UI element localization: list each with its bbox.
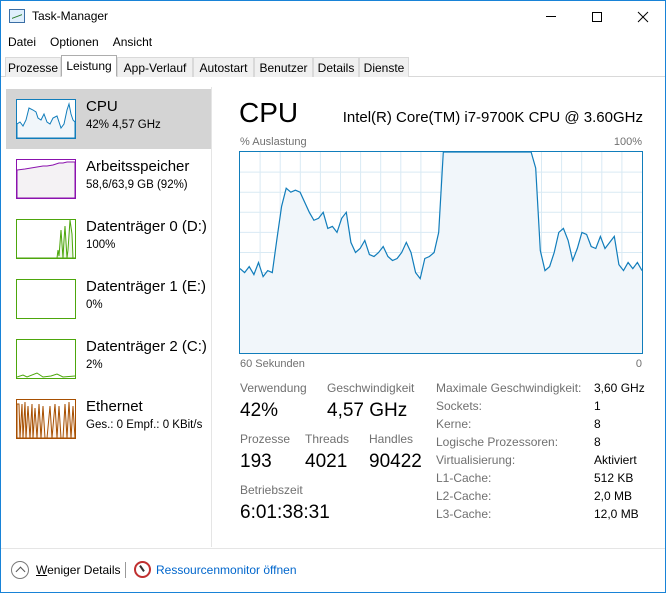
processes-value: 193 bbox=[240, 451, 272, 472]
spec-label: Logische Prozessoren: bbox=[436, 435, 559, 449]
tab-prozesse[interactable]: Prozesse bbox=[5, 57, 61, 77]
threads-value: 4021 bbox=[305, 451, 348, 472]
sidebar-item-label: CPU bbox=[86, 98, 118, 115]
spec-value: 3,60 GHz bbox=[594, 381, 645, 395]
graph-x-label: 60 Sekunden bbox=[240, 358, 305, 370]
cpu-thumbnail-graph bbox=[16, 99, 76, 139]
tab-app-verlauf[interactable]: App-Verlauf bbox=[117, 57, 193, 77]
spec-value: 8 bbox=[594, 417, 601, 431]
usage-value: 42% bbox=[240, 400, 279, 421]
sidebar-item-memory[interactable]: Arbeitsspeicher 58,6/63,9 GB (92%) bbox=[6, 149, 211, 209]
spec-label: Virtualisierung: bbox=[436, 453, 516, 467]
disk-1-thumbnail-graph bbox=[16, 279, 76, 319]
resource-sidebar: CPU 42% 4,57 GHz Arbeitsspeicher 58,6/63… bbox=[1, 87, 212, 547]
sidebar-item-ethernet[interactable]: Ethernet Ges.: 0 Empf.: 0 KBit/s bbox=[6, 389, 211, 449]
minimize-button[interactable] bbox=[528, 1, 574, 32]
speed-value: 4,57 GHz bbox=[327, 400, 408, 421]
spec-label: Sockets: bbox=[436, 399, 483, 413]
sidebar-item-cpu[interactable]: CPU 42% 4,57 GHz bbox=[6, 89, 211, 149]
task-manager-window: Task-Manager Datei Optionen Ansicht Proz… bbox=[0, 0, 666, 593]
menu-datei[interactable]: Datei bbox=[1, 33, 43, 52]
tab-leistung[interactable]: Leistung bbox=[61, 55, 117, 77]
disk-2-thumbnail-graph bbox=[16, 339, 76, 379]
maximize-icon bbox=[592, 11, 602, 22]
cpu-model-name: Intel(R) Core(TM) i7-9700K CPU @ 3.60GHz bbox=[342, 109, 643, 126]
resource-monitor-icon[interactable] bbox=[134, 561, 151, 578]
uptime-label: Betriebszeit bbox=[240, 483, 303, 497]
page-title: CPU bbox=[239, 97, 299, 128]
menu-ansicht[interactable]: Ansicht bbox=[106, 33, 159, 52]
sidebar-item-value: 0% bbox=[86, 299, 103, 311]
spec-label: Kerne: bbox=[436, 417, 472, 431]
menu-bar: Datei Optionen Ansicht bbox=[1, 33, 159, 52]
spec-label: L3-Cache: bbox=[436, 507, 492, 521]
sidebar-item-label: Ethernet bbox=[86, 398, 143, 415]
spec-label: L1-Cache: bbox=[436, 471, 492, 485]
sidebar-item-value: 100% bbox=[86, 239, 116, 251]
menu-optionen[interactable]: Optionen bbox=[43, 33, 106, 52]
processes-label: Prozesse bbox=[240, 432, 291, 446]
spec-value: Aktiviert bbox=[594, 453, 637, 467]
sidebar-item-value: 42% 4,57 GHz bbox=[86, 119, 161, 131]
sidebar-item-label: Datenträger 1 (E:) bbox=[86, 278, 207, 295]
maximize-button[interactable] bbox=[574, 1, 620, 32]
close-icon bbox=[637, 11, 649, 22]
sidebar-item-value: Ges.: 0 Empf.: 0 KBit/s bbox=[86, 419, 203, 431]
sidebar-item-disk-2[interactable]: Datenträger 2 (C:) 2% bbox=[6, 329, 211, 389]
sidebar-item-label: Datenträger 2 (C:) bbox=[86, 338, 207, 355]
tab-autostart[interactable]: Autostart bbox=[193, 57, 254, 77]
resource-monitor-link[interactable]: Ressourcenmonitor öffnen bbox=[156, 563, 297, 577]
graph-y-max: 100% bbox=[613, 136, 642, 148]
spec-value: 2,0 MB bbox=[594, 489, 633, 503]
spec-value: 512 KB bbox=[594, 471, 634, 485]
tab-details[interactable]: Details bbox=[313, 57, 359, 77]
disk-0-thumbnail-graph bbox=[16, 219, 76, 259]
footer-bar: Weniger Details Ressourcenmonitor öffnen bbox=[1, 548, 665, 592]
usage-label: Verwendung bbox=[240, 381, 307, 395]
tab-benutzer[interactable]: Benutzer bbox=[254, 57, 313, 77]
cpu-usage-graph bbox=[239, 151, 643, 354]
sidebar-item-label: Datenträger 0 (D:) bbox=[86, 218, 207, 235]
spec-label: L2-Cache: bbox=[436, 489, 492, 503]
uptime-value: 6:01:38:31 bbox=[240, 502, 330, 523]
spec-value: 1 bbox=[594, 399, 601, 413]
ethernet-thumbnail-graph bbox=[16, 399, 76, 439]
sidebar-item-label: Arbeitsspeicher bbox=[86, 158, 190, 175]
chevron-up-icon[interactable] bbox=[11, 561, 29, 579]
handles-label: Handles bbox=[369, 432, 414, 446]
fewer-details-link[interactable]: Weniger Details bbox=[36, 563, 120, 577]
minimize-icon bbox=[546, 16, 556, 17]
footer-divider bbox=[125, 562, 126, 578]
graph-y-label: % Auslastung bbox=[240, 136, 307, 148]
spec-value: 12,0 MB bbox=[594, 507, 639, 521]
close-button[interactable] bbox=[620, 1, 666, 32]
spec-label: Maximale Geschwindigkeit: bbox=[436, 381, 582, 395]
title-bar[interactable]: Task-Manager bbox=[1, 1, 665, 32]
memory-thumbnail-graph bbox=[16, 159, 76, 199]
sidebar-item-disk-0[interactable]: Datenträger 0 (D:) 100% bbox=[6, 209, 211, 269]
threads-label: Threads bbox=[305, 432, 350, 446]
window-title: Task-Manager bbox=[32, 9, 109, 23]
speed-label: Geschwindigkeit bbox=[327, 381, 415, 395]
sidebar-item-disk-1[interactable]: Datenträger 1 (E:) 0% bbox=[6, 269, 211, 329]
tab-bar: Prozesse Leistung App-Verlauf Autostart … bbox=[1, 55, 665, 77]
sidebar-item-value: 2% bbox=[86, 359, 103, 371]
handles-value: 90422 bbox=[369, 451, 422, 472]
tab-dienste[interactable]: Dienste bbox=[359, 57, 409, 77]
cpu-usage-chart bbox=[239, 151, 643, 353]
sidebar-item-value: 58,6/63,9 GB (92%) bbox=[86, 179, 188, 191]
task-manager-icon bbox=[9, 9, 25, 23]
spec-value: 8 bbox=[594, 435, 601, 449]
graph-x-end: 0 bbox=[635, 358, 642, 370]
